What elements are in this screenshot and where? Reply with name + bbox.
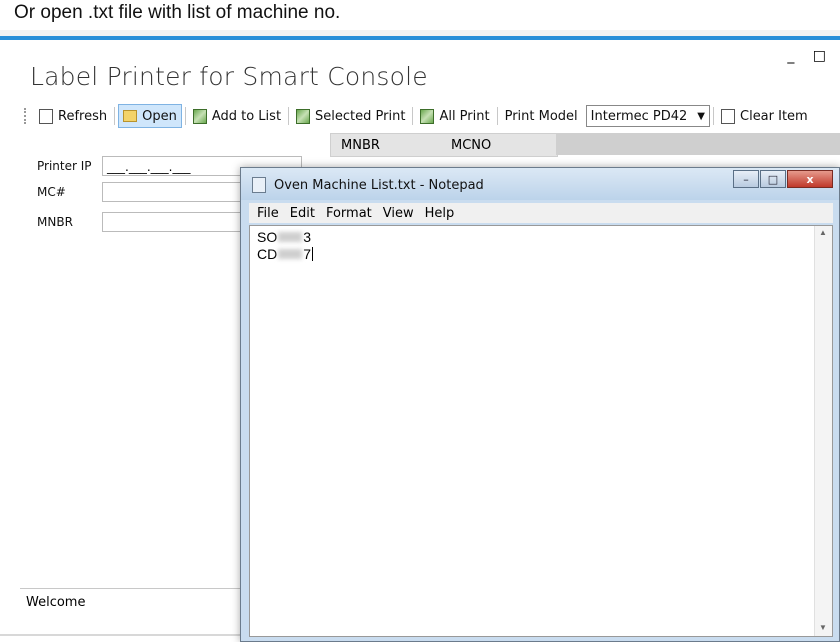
grid-empty-area bbox=[556, 133, 840, 155]
clear-item-label: Clear Item bbox=[740, 108, 808, 124]
line-suffix: 3 bbox=[303, 228, 312, 245]
clear-item-button[interactable]: Clear Item bbox=[717, 105, 812, 127]
refresh-label: Refresh bbox=[58, 108, 108, 124]
menu-edit[interactable]: Edit bbox=[290, 206, 315, 221]
maximize-button[interactable]: □ bbox=[813, 48, 826, 64]
notepad-minimize-button[interactable]: – bbox=[733, 170, 759, 188]
add-to-list-button[interactable]: Add to List bbox=[189, 105, 285, 127]
menu-view[interactable]: View bbox=[383, 206, 414, 221]
selected-print-label: Selected Print bbox=[315, 108, 406, 124]
notepad-maximize-button[interactable]: □ bbox=[760, 170, 786, 188]
all-print-label: All Print bbox=[439, 108, 490, 124]
add-to-list-label: Add to List bbox=[211, 108, 282, 124]
open-label: Open bbox=[142, 108, 177, 124]
print-model-value: Intermec PD42 bbox=[590, 108, 688, 124]
all-print-button[interactable]: All Print bbox=[416, 105, 493, 127]
chevron-down-icon: ▼ bbox=[697, 110, 705, 122]
document-icon bbox=[721, 108, 735, 124]
app-title: Label Printer for Smart Console bbox=[30, 62, 428, 91]
status-text: Welcome bbox=[26, 595, 86, 610]
window-controls: _ □ bbox=[773, 48, 826, 64]
mnbr-label: MNBR bbox=[37, 215, 73, 229]
notepad-close-button[interactable]: x bbox=[787, 170, 833, 188]
text-line: CD 7 bbox=[257, 245, 314, 262]
column-mnbr[interactable]: MNBR bbox=[341, 138, 451, 153]
scroll-down-icon[interactable]: ▼ bbox=[819, 623, 827, 632]
notepad-menubar: File Edit Format View Help bbox=[249, 203, 833, 223]
toolbar-separator bbox=[496, 107, 498, 125]
print-icon bbox=[296, 108, 311, 124]
notepad-titlebar[interactable]: Oven Machine List.txt - Notepad – □ x bbox=[241, 168, 839, 200]
printer-ip-label: Printer IP bbox=[37, 159, 92, 173]
notepad-title: Oven Machine List.txt - Notepad bbox=[274, 178, 484, 193]
column-mcno[interactable]: MCNO bbox=[451, 138, 491, 153]
toolbar-separator bbox=[713, 107, 714, 125]
grid-header: MNBR MCNO bbox=[330, 133, 558, 157]
toolbar-separator bbox=[288, 107, 290, 125]
bottom-divider bbox=[0, 634, 240, 636]
refresh-button[interactable]: Refresh bbox=[35, 105, 111, 127]
toolbar-separator bbox=[184, 107, 186, 125]
menu-file[interactable]: File bbox=[257, 206, 279, 221]
line-prefix: SO bbox=[257, 228, 278, 245]
open-button[interactable]: Open bbox=[118, 104, 182, 128]
print-all-icon bbox=[420, 108, 435, 124]
notepad-text-area[interactable]: SO 3 CD 7 ▲ ▼ bbox=[249, 225, 833, 637]
line-prefix: CD bbox=[257, 245, 278, 262]
scroll-up-icon[interactable]: ▲ bbox=[819, 228, 827, 237]
status-bar: Welcome bbox=[20, 588, 260, 619]
folder-icon bbox=[123, 110, 138, 122]
minimize-button[interactable]: _ bbox=[787, 48, 794, 64]
redacted-text bbox=[278, 231, 303, 242]
toolbar-separator bbox=[114, 107, 116, 125]
toolbar-separator bbox=[412, 107, 414, 125]
toolbar: Refresh Open Add to List Selected Print … bbox=[24, 104, 812, 128]
instruction-caption: Or open .txt file with list of machine n… bbox=[14, 2, 341, 23]
add-list-icon bbox=[192, 108, 207, 124]
notepad-window: Oven Machine List.txt - Notepad – □ x Fi… bbox=[240, 167, 840, 642]
menu-format[interactable]: Format bbox=[326, 206, 372, 221]
menu-help[interactable]: Help bbox=[425, 206, 455, 221]
line-suffix: 7 bbox=[303, 245, 312, 262]
print-model-select[interactable]: Intermec PD42 ▼ bbox=[585, 105, 710, 127]
text-caret bbox=[312, 246, 314, 261]
toolbar-grip[interactable] bbox=[24, 108, 29, 124]
notepad-window-buttons: – □ x bbox=[732, 170, 833, 188]
selected-print-button[interactable]: Selected Print bbox=[292, 105, 409, 127]
redacted-text bbox=[278, 248, 303, 259]
vertical-scrollbar[interactable]: ▲ ▼ bbox=[814, 226, 832, 636]
print-model-label: Print Model bbox=[504, 108, 578, 124]
text-line: SO 3 bbox=[257, 228, 311, 245]
notepad-icon bbox=[252, 177, 266, 193]
mc-label: MC# bbox=[37, 185, 66, 199]
document-icon bbox=[39, 108, 53, 124]
